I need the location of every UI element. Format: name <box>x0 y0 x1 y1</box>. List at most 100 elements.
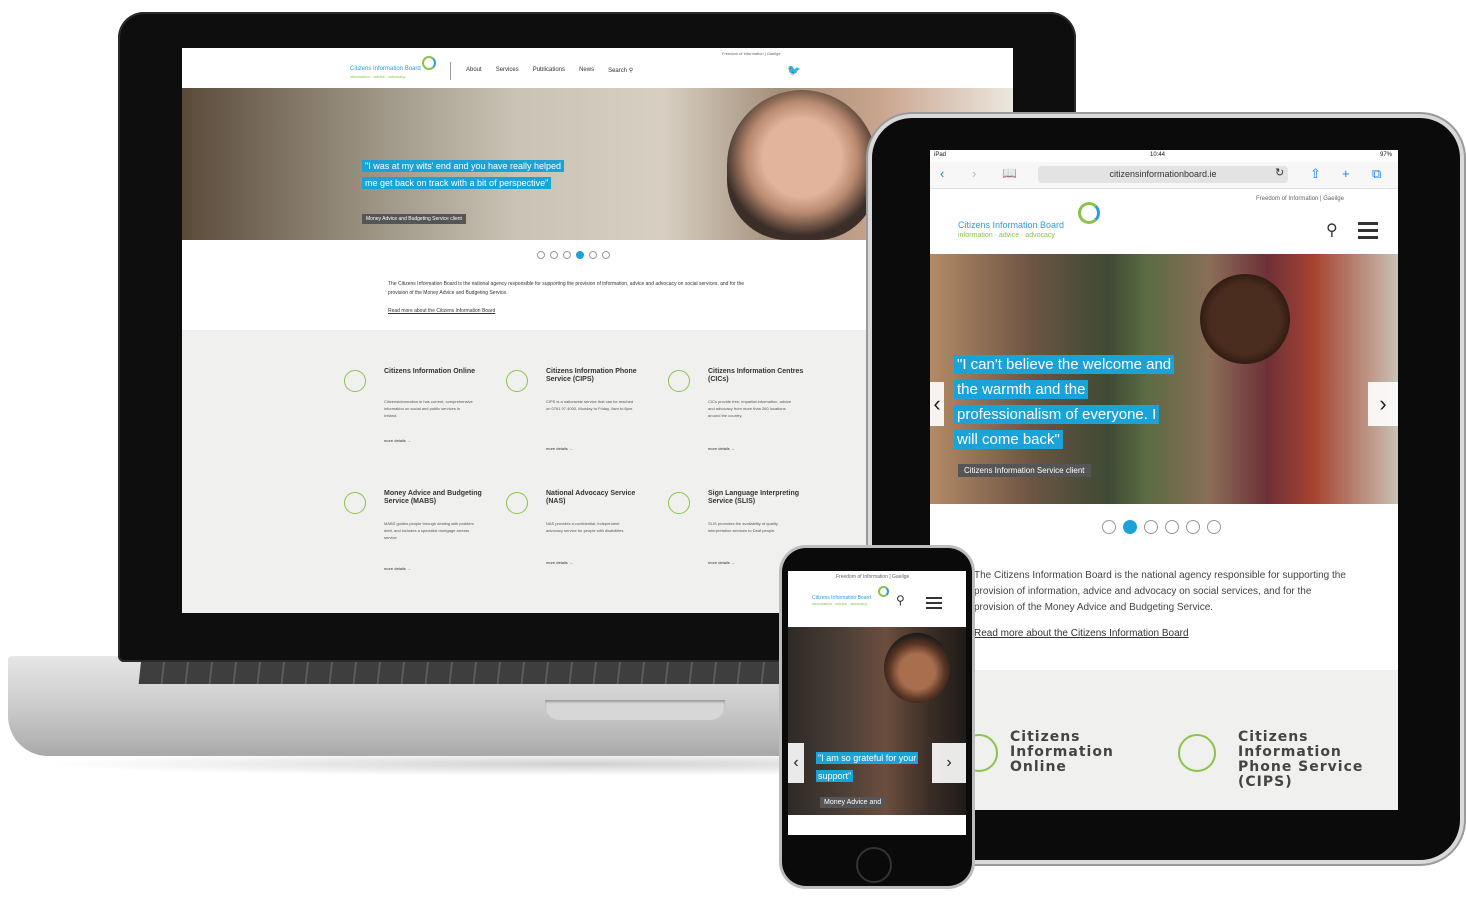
site-logo-tagline: information · advice · advocacy <box>958 232 1055 239</box>
twitter-icon[interactable]: 🐦 <box>787 64 801 77</box>
site-logo[interactable]: Citizens Information Board <box>350 66 421 72</box>
next-slide-button[interactable]: › <box>1368 382 1398 426</box>
status-carrier: iPad <box>934 152 947 158</box>
tabs-icon[interactable]: ⧉ <box>1372 166 1381 182</box>
service-title: National Advocacy Service (NAS) <box>546 490 636 505</box>
carousel-dot[interactable] <box>1144 520 1158 534</box>
nav-news[interactable]: News <box>579 67 594 74</box>
phone-icon <box>1178 734 1216 772</box>
carousel-dot[interactable] <box>1102 520 1116 534</box>
search-icon[interactable]: ⚲ <box>896 593 905 607</box>
hero-quote: "I was at my wits' end and you have real… <box>362 158 565 192</box>
tablet-screen: iPad 10:44 97% ‹ › 📖 citizensinformation… <box>930 150 1398 810</box>
top-links[interactable]: Freedom of Information | Gaeilge <box>836 574 909 580</box>
top-links[interactable]: Freedom of Information | Gaeilge <box>722 51 781 56</box>
carousel-dot[interactable] <box>602 251 610 259</box>
nav-publications[interactable]: Publications <box>533 67 565 74</box>
top-links[interactable]: Freedom of Information | Gaeilge <box>1256 196 1344 202</box>
more-details-link[interactable]: more details → <box>708 560 735 565</box>
back-icon[interactable]: ‹ <box>940 166 944 181</box>
service-desc: MABS guides people through dealing with … <box>384 521 474 540</box>
logo-ring-icon <box>1078 202 1100 224</box>
status-time: 10:44 <box>1150 152 1166 158</box>
euro-icon <box>344 492 366 514</box>
carousel-dot[interactable] <box>589 251 597 259</box>
location-icon <box>668 370 690 392</box>
computer-icon <box>344 370 366 392</box>
forward-icon[interactable]: › <box>972 166 976 181</box>
hero-photo <box>1200 274 1290 364</box>
carousel-dot[interactable] <box>1165 520 1179 534</box>
address-bar[interactable]: citizensinformationboard.ie <box>1038 166 1288 183</box>
hero-quote: "I can't believe the welcome and the war… <box>954 352 1179 452</box>
status-bar: iPad 10:44 97% <box>930 150 1398 162</box>
carousel-dot-active[interactable] <box>1123 520 1137 534</box>
home-button[interactable] <box>856 847 892 883</box>
intro-text: The Citizens Information Board is the na… <box>974 570 1346 613</box>
service-title[interactable]: Citizens Information Online <box>1010 730 1140 775</box>
search-icon[interactable]: ⚲ <box>1326 220 1338 240</box>
main-nav: About Services Publications News Search … <box>466 67 633 74</box>
nav-services[interactable]: Services <box>496 67 519 74</box>
phone-icon <box>506 370 528 392</box>
phone-screen: Freedom of Information | Gaeilge Citizen… <box>788 571 966 835</box>
intro-text: The Citizens Information Board is the na… <box>388 281 745 296</box>
more-details-link[interactable]: more details → <box>546 446 573 451</box>
logo-ring-icon <box>878 586 889 597</box>
laptop-trackpad-notch <box>545 700 725 720</box>
service-desc: Citizensinformation.ie has current, comp… <box>384 399 473 418</box>
hero-quote-source: Money Advice and Budgeting Service clien… <box>362 214 466 224</box>
hero-quote: "I am so grateful for your support" <box>816 752 919 782</box>
site-header: Citizens Information Board information ·… <box>182 48 1013 89</box>
status-battery: 97% <box>1379 152 1392 158</box>
search-icon: ⚲ <box>628 68 634 74</box>
read-more-link[interactable]: Read more about the Citizens Information… <box>974 628 1189 639</box>
service-desc: NAS provides a confidential, independent… <box>546 521 625 533</box>
hero-photo <box>727 90 877 240</box>
prev-slide-button[interactable]: ‹ <box>788 743 804 783</box>
service-title: Citizens Information Online <box>384 368 476 375</box>
more-details-link[interactable]: more details → <box>546 560 573 565</box>
site-logo-tagline: information · advice · advocacy <box>812 601 868 606</box>
sign-language-icon <box>668 492 690 514</box>
service-title[interactable]: Citizens Information Phone Service (CIPS… <box>1238 730 1378 790</box>
nav-search[interactable]: Search ⚲ <box>608 67 633 74</box>
hero-quote-source: Money Advice and <box>820 797 886 808</box>
next-slide-button[interactable]: › <box>932 743 966 783</box>
hero-carousel: "I can't believe the welcome and the war… <box>930 254 1398 504</box>
share-icon[interactable]: ⇧ <box>1310 166 1321 182</box>
carousel-dots <box>537 251 610 259</box>
service-title: Sign Language Interpreting Service (SLIS… <box>708 490 800 505</box>
header-divider <box>450 62 451 80</box>
hero-carousel: "I am so grateful for your support" Mone… <box>788 627 966 815</box>
browser-toolbar: ‹ › 📖 citizensinformationboard.ie ↻ ⇧ + … <box>930 162 1398 189</box>
more-details-link[interactable]: more details → <box>708 446 735 451</box>
service-title: Citizens Information Centres (CICs) <box>708 368 804 383</box>
site-logo[interactable]: Citizens Information Board <box>958 220 1064 230</box>
advocacy-icon <box>506 492 528 514</box>
service-title: Citizens Information Phone Service (CIPS… <box>546 368 637 383</box>
bookmarks-icon[interactable]: 📖 <box>1002 166 1017 180</box>
service-title: Money Advice and Budgeting Service (MABS… <box>384 490 482 505</box>
service-desc: CICs provide free, impartial information… <box>708 399 792 418</box>
new-tab-icon[interactable]: + <box>1342 166 1350 181</box>
carousel-dot[interactable] <box>1207 520 1221 534</box>
service-desc: CIPS is a nationwide service that can be… <box>546 399 634 411</box>
carousel-dot[interactable] <box>563 251 571 259</box>
hero-photo <box>884 633 950 703</box>
carousel-dot[interactable] <box>1186 520 1200 534</box>
hamburger-menu-icon[interactable] <box>926 597 942 612</box>
carousel-dot[interactable] <box>537 251 545 259</box>
nav-about[interactable]: About <box>466 67 482 74</box>
carousel-dot-active[interactable] <box>576 251 584 259</box>
prev-slide-button[interactable]: ‹ <box>930 382 944 426</box>
read-more-link[interactable]: Read more about the Citizens Information… <box>388 308 495 314</box>
reload-icon[interactable]: ↻ <box>1275 166 1284 179</box>
hamburger-menu-icon[interactable] <box>1358 222 1378 243</box>
site-logo-tagline: information · advice · advocacy <box>350 74 406 79</box>
logo-ring-icon <box>422 56 436 70</box>
more-details-link[interactable]: more details → <box>384 566 411 571</box>
hero-quote-source: Citizens Information Service client <box>958 464 1091 477</box>
carousel-dot[interactable] <box>550 251 558 259</box>
more-details-link[interactable]: more details → <box>384 438 411 443</box>
